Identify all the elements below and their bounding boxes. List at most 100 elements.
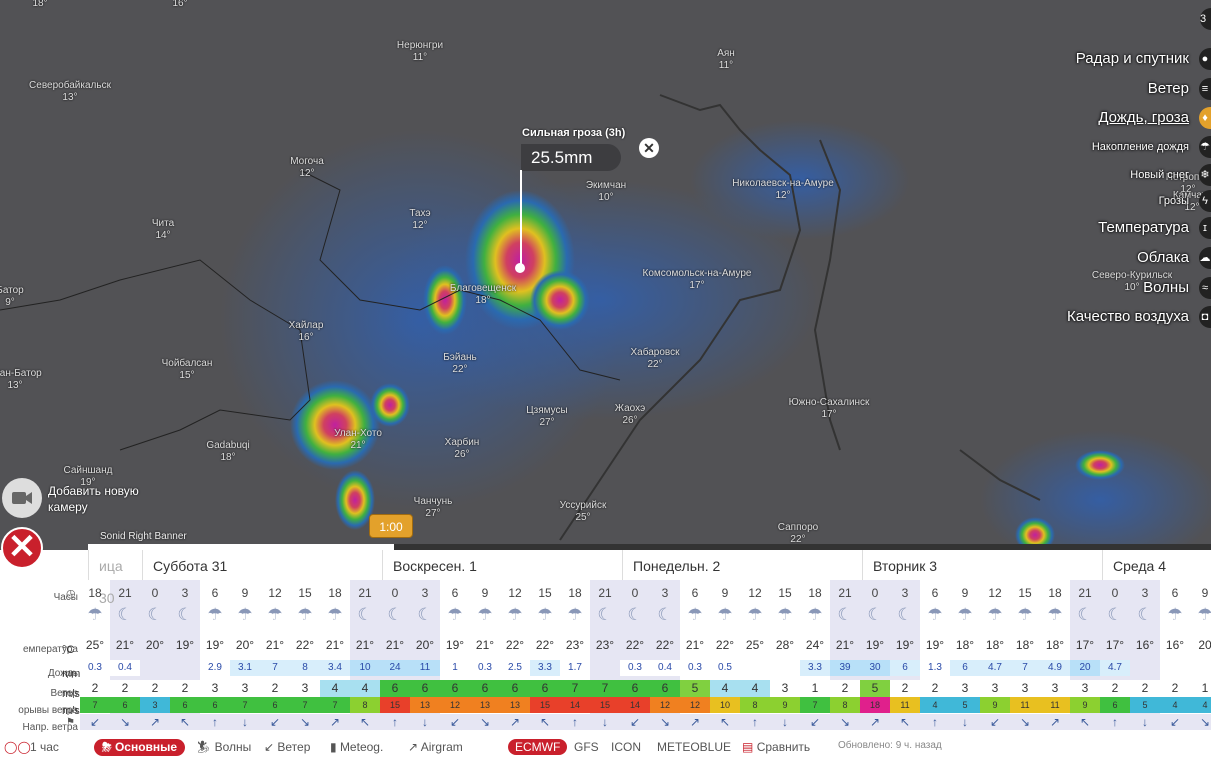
map-base (0, 94, 1211, 550)
model-meteoblue[interactable]: METEOBLUE (657, 740, 731, 754)
wind-direction-arrow: ↑ (740, 714, 770, 730)
gust-cell: 8 (350, 697, 380, 713)
rain-cell: 0.3 (80, 660, 110, 676)
city-name: Аян (717, 48, 735, 59)
day-header[interactable]: Понедельн. 2 (622, 550, 862, 580)
temp-cell: 20° (145, 638, 165, 652)
wind-direction-arrow: ↓ (770, 714, 800, 730)
wind-direction-arrow: ↘ (830, 714, 860, 730)
time-bubble[interactable]: 1:00 (369, 514, 413, 538)
layer-item-label[interactable]: Температура (1098, 217, 1189, 239)
layer-item-label[interactable]: Волны (1143, 277, 1189, 299)
hour-cell: 18 (88, 586, 102, 600)
hour-cell: 21 (358, 586, 372, 600)
model-icon[interactable]: ICON (611, 740, 641, 754)
weather-icon: ☾ (867, 605, 883, 624)
model-ecmwf[interactable]: ECMWF (508, 739, 568, 755)
tab-main[interactable]: ⛈ Основные (94, 739, 186, 756)
city-temp: 17° (689, 280, 705, 291)
wind-cell: 2 (140, 680, 170, 697)
day-header[interactable]: Суббота 31 (142, 550, 382, 580)
wind-direction-arrow: ↑ (380, 714, 410, 730)
hour-cell: 21 (838, 586, 852, 600)
wind-cell: 1 (800, 680, 830, 697)
wind-direction-arrow: ↙ (1160, 714, 1190, 730)
temp-cell: 21° (355, 638, 375, 652)
layer-item-label[interactable]: Радар и спутник (1076, 48, 1189, 70)
wind-cell: 3 (1040, 680, 1070, 697)
city-label: Харбин 26° (445, 437, 480, 461)
weather-icon: ☂ (1197, 605, 1211, 624)
temp-cell: 16° (1135, 638, 1155, 652)
tab-waves[interactable]: 🏄︎ Волны (196, 740, 251, 754)
temp-cell: 20 (1198, 638, 1211, 652)
hour-cell: 18 (568, 586, 582, 600)
day-header[interactable]: Вторник 3 (862, 550, 1102, 580)
layer-item-label[interactable]: Дождь, гроза (1098, 107, 1189, 129)
hour-cell: 0 (151, 586, 159, 600)
add-camera-label[interactable]: Добавить новую камеру (48, 483, 139, 515)
close-forecast-button[interactable]: ✕ (1, 527, 43, 569)
layer-item-label[interactable]: Ветер (1148, 78, 1189, 100)
rain-cell: 8 (290, 660, 320, 676)
hours-toggle-icon[interactable]: ◯◯ (4, 740, 31, 754)
tab-airgram[interactable]: ↗ Airgram (408, 740, 463, 754)
rain-cell: 1.3 (920, 660, 950, 676)
day-header[interactable]: ица 30 (88, 550, 142, 606)
tab-wind[interactable]: ↙ Ветер (264, 740, 310, 754)
tooltip-close-button[interactable]: ✕ (639, 138, 659, 158)
layer-item-label[interactable]: Накопление дождя (1092, 136, 1189, 158)
rain-cell (1130, 660, 1160, 676)
wind-direction-arrow: ↘ (1010, 714, 1040, 730)
temp-cell: 21° (835, 638, 855, 652)
wind-direction-arrow: ↙ (800, 714, 830, 730)
weather-icon: ☂ (747, 605, 763, 624)
city-temp: 17° (821, 409, 837, 420)
rain-cell (770, 660, 800, 676)
wind-direction-arrow: ↗ (320, 714, 350, 730)
model-gfs[interactable]: GFS (574, 740, 599, 754)
layer-item-label[interactable]: Облака (1137, 247, 1189, 269)
gust-cell: 5 (1130, 697, 1160, 713)
hours-toggle[interactable]: 1 час (30, 740, 59, 754)
corner-temp: 16° (172, 0, 188, 9)
weather-icon: ☂ (237, 605, 253, 624)
tooltip-pointer-dot[interactable] (515, 263, 525, 273)
hour-cell: 0 (391, 586, 399, 600)
temp-cell: 28° (775, 638, 795, 652)
gust-cell: 15 (530, 697, 560, 713)
layer-item-label[interactable]: Новый снег (1130, 164, 1189, 186)
day-header[interactable]: Среда 4 (1102, 550, 1211, 580)
add-camera-button[interactable] (2, 478, 42, 518)
weather-map[interactable]: Северобайкальск 13° Нерюнгри 11° Аян 11° Могоч… (0, 0, 1211, 550)
weather-icon: ☂ (1017, 605, 1033, 624)
temp-cell: 19° (865, 638, 885, 652)
layer-item-label[interactable]: Качество воздуха (1067, 306, 1189, 328)
weather-icon: ☂ (477, 605, 493, 624)
rain-cell: 3.3 (530, 660, 560, 676)
tab-meteogram[interactable]: ▮ Meteog. (330, 740, 383, 754)
wind-direction-arrow: ↖ (350, 714, 380, 730)
row-unit-wind: m/s (62, 688, 80, 700)
city-name: Могоча (290, 156, 324, 167)
rain-cell: 6 (950, 660, 980, 676)
city-name: Уссурийск (559, 500, 607, 511)
day-header[interactable]: Воскресен. 1 (382, 550, 622, 580)
layer-item-label[interactable]: Грозы (1159, 190, 1189, 212)
weather-icon: ☂ (567, 605, 583, 624)
gust-cell: 15 (590, 697, 620, 713)
gust-cell: 4 (1190, 697, 1211, 713)
city-label: Жаохэ 26° (615, 403, 645, 427)
wind-direction-arrow: ↑ (920, 714, 950, 730)
wind-cell: 3 (1070, 680, 1100, 697)
temp-cell: 22° (655, 638, 675, 652)
weather-icon: ☾ (897, 605, 913, 624)
temp-cell: 22° (715, 638, 735, 652)
city-label: Могоча 12° (290, 156, 324, 180)
hour-cell: 9 (1201, 586, 1209, 600)
rain-cell: 20 (1070, 660, 1100, 676)
rain-cell: 39 (830, 660, 860, 676)
gust-cell: 6 (1100, 697, 1130, 713)
compare-button[interactable]: ▤ Сравнить (742, 740, 810, 754)
city-name: Улан-Батор (0, 368, 42, 379)
